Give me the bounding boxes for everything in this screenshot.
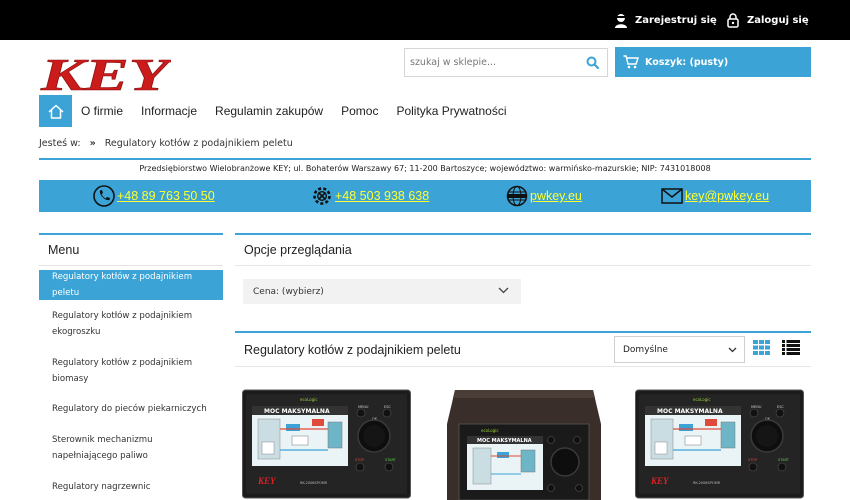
sort-select[interactable]: Domyślne xyxy=(614,336,745,363)
screen-brand: ecoLogic xyxy=(481,428,499,433)
nav-item-regulamin[interactable]: Regulamin zakupów xyxy=(215,104,323,118)
start-label: START xyxy=(385,458,397,462)
stop-label: STOP xyxy=(355,458,364,462)
envelope-icon xyxy=(661,188,683,204)
esc-button-label: ESC xyxy=(384,405,391,409)
breadcrumb: Jesteś w: » Regulatory kotłów z podajnik… xyxy=(39,138,293,149)
product-model: RK-2006SPOMR xyxy=(693,481,721,485)
top-bar: Zarejestruj się Zaloguj się xyxy=(0,0,850,40)
login-label: Zaloguj się xyxy=(747,14,809,26)
home-button[interactable] xyxy=(39,95,72,127)
panel-divider xyxy=(235,366,811,367)
product-logo-text: KEY xyxy=(650,476,670,486)
breadcrumb-separator: » xyxy=(89,138,96,149)
menu-button-label: MENU xyxy=(751,405,762,409)
padlock-icon xyxy=(727,12,739,28)
home-icon xyxy=(47,104,64,119)
register-label: Zarejestruj się xyxy=(635,14,717,26)
login-link[interactable]: Zaloguj się xyxy=(727,10,809,30)
breadcrumb-prefix: Jesteś w: xyxy=(39,138,81,149)
product-model: RK-2006SPOMR xyxy=(300,481,328,485)
chevron-down-icon xyxy=(498,287,509,294)
screen-headline: MOC MAKSYMALNA xyxy=(477,438,532,444)
category-menu: Menu xyxy=(39,233,223,266)
search-input[interactable] xyxy=(405,49,575,76)
menu-title: Menu xyxy=(39,235,223,266)
menu-item-ekogroszek[interactable]: Regulatory kotłów z podajnikiem ekogrosz… xyxy=(39,308,223,340)
phone-icon xyxy=(93,185,115,207)
browse-options-panel: Opcje przeglądania xyxy=(235,233,811,266)
grid-view-icon[interactable] xyxy=(753,340,770,355)
product-logo-text: KEY xyxy=(257,476,277,486)
search-icon[interactable] xyxy=(586,56,599,69)
shopping-cart-icon xyxy=(623,55,639,69)
nav-item-pomoc[interactable]: Pomoc xyxy=(341,104,378,118)
key-logo[interactable]: KEY xyxy=(39,52,171,94)
screen-brand: ecoLogic xyxy=(300,397,318,402)
breadcrumb-current: Regulatory kotłów z podajnikiem peletu xyxy=(104,138,293,149)
chevron-down-icon xyxy=(728,347,737,353)
website-link[interactable]: pwkey.eu xyxy=(530,189,582,203)
contact-bar: +48 89 763 50 50 +48 503 938 638 pwkey.e… xyxy=(39,180,811,212)
nav-item-polityka[interactable]: Polityka Prywatności xyxy=(396,104,506,118)
menu-item-piece-piekarnicze[interactable]: Regulatory do pieców piekarniczych xyxy=(39,401,223,417)
price-filter-label: Cena: (wybierz) xyxy=(253,286,324,297)
cart-button[interactable]: Koszyk: (pusty) xyxy=(615,47,811,77)
product-image-3[interactable]: ecoLogic MOC MAKSYMALNA MENU ESC OK STOP… xyxy=(635,384,805,500)
list-view-icon[interactable] xyxy=(782,340,800,355)
screen-brand: ecoLogic xyxy=(693,397,711,402)
product-image-1[interactable]: ecoLogic MOC MAKSYMALNA MENU ESC OK STOP… xyxy=(242,384,412,500)
user-avatar-icon xyxy=(615,13,627,28)
sort-selected-value: Domyślne xyxy=(623,344,668,355)
support-tools-icon xyxy=(313,187,331,205)
menu-item-mechanizm[interactable]: Sterownik mechanizmu napełniającego pali… xyxy=(39,432,223,464)
price-filter-dropdown[interactable]: Cena: (wybierz) xyxy=(243,279,521,304)
cart-label: Koszyk: (pusty) xyxy=(645,56,729,68)
email-link[interactable]: key@pwkey.eu xyxy=(685,189,769,203)
screen-headline: MOC MAKSYMALNA xyxy=(657,408,723,415)
phone-2-link[interactable]: +48 503 938 638 xyxy=(335,189,429,203)
menu-item-nagrzewnice[interactable]: Regulatory nagrzewnic xyxy=(39,479,223,495)
nav-item-o-firmie[interactable]: O firmie xyxy=(81,104,123,118)
menu-item-biomasa[interactable]: Regulatory kotłów z podajnikiem biomasy xyxy=(39,355,223,387)
menu-button-label: MENU xyxy=(358,405,369,409)
panel-divider xyxy=(235,265,811,266)
stop-label: STOP xyxy=(748,458,757,462)
screen-headline: MOC MAKSYMALNA xyxy=(264,408,330,415)
main-nav: O firmie Informacje Regulamin zakupów Po… xyxy=(39,95,516,127)
contact-phone-1[interactable]: +48 89 763 50 50 xyxy=(93,185,215,207)
search-box xyxy=(404,48,608,77)
company-info: Przedsiębiorstwo Wielobranżowe KEY; ul. … xyxy=(139,164,711,173)
esc-button-label: ESC xyxy=(777,405,784,409)
contact-phone-2[interactable]: +48 503 938 638 xyxy=(311,185,429,207)
menu-item-pelet[interactable]: Regulatory kotłów z podajnikiem peletu xyxy=(39,270,223,300)
register-link[interactable]: Zarejestruj się xyxy=(615,10,717,30)
globe-www-icon xyxy=(506,185,528,207)
contact-website[interactable]: pwkey.eu xyxy=(506,185,582,207)
logo-text: KEY xyxy=(40,52,171,94)
divider-line xyxy=(39,158,811,160)
start-label: START xyxy=(778,458,790,462)
contact-email[interactable]: key@pwkey.eu xyxy=(661,185,769,207)
product-image-2[interactable]: MOC MAKSYMALNA ecoLogic xyxy=(445,384,603,500)
phone-1-link[interactable]: +48 89 763 50 50 xyxy=(117,189,215,203)
nav-item-informacje[interactable]: Informacje xyxy=(141,104,197,118)
browse-options-title: Opcje przeglądania xyxy=(244,243,352,257)
